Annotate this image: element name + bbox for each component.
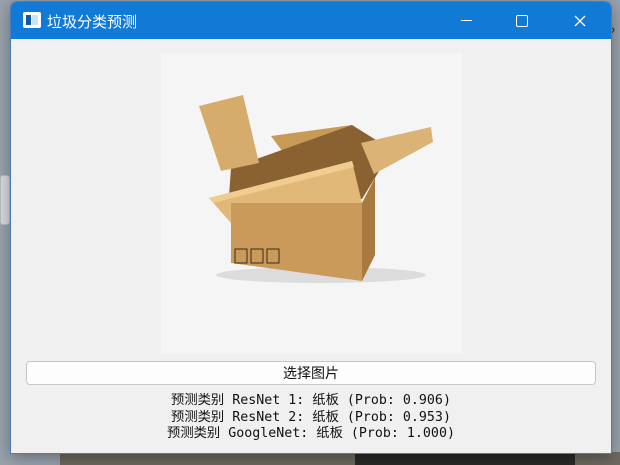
result-resnet-1: 预测类别 ResNet 1: 纸板 (Prob: 0.906) [171,393,451,408]
maximize-icon [516,14,528,27]
cardboard-box-photo [199,95,433,283]
window-title: 垃圾分类预测 [47,13,138,31]
result-googlenet: 预测类别 GoogleNet: 纸板 (Prob: 1.000) [167,426,455,441]
app-window-icon [23,12,41,28]
image-preview [161,53,462,353]
title-bar[interactable]: 垃圾分类预测 [11,2,611,39]
prediction-results: 预测类别 ResNet 1: 纸板 (Prob: 0.906) 预测类别 Res… [11,393,611,443]
minimize-icon [460,20,472,21]
desktop-window-edge [0,175,10,225]
minimize-button[interactable] [443,2,489,39]
select-image-button[interactable]: 选择图片 [26,361,596,385]
app-window: 垃圾分类预测 选择图片 预测类别 ResNet 1: 纸板 (Prob: 0.9… [10,1,612,454]
close-icon [574,15,586,26]
maximize-button[interactable] [499,2,545,39]
close-button[interactable] [557,2,603,39]
result-resnet-2: 预测类别 ResNet 2: 纸板 (Prob: 0.953) [171,409,451,425]
